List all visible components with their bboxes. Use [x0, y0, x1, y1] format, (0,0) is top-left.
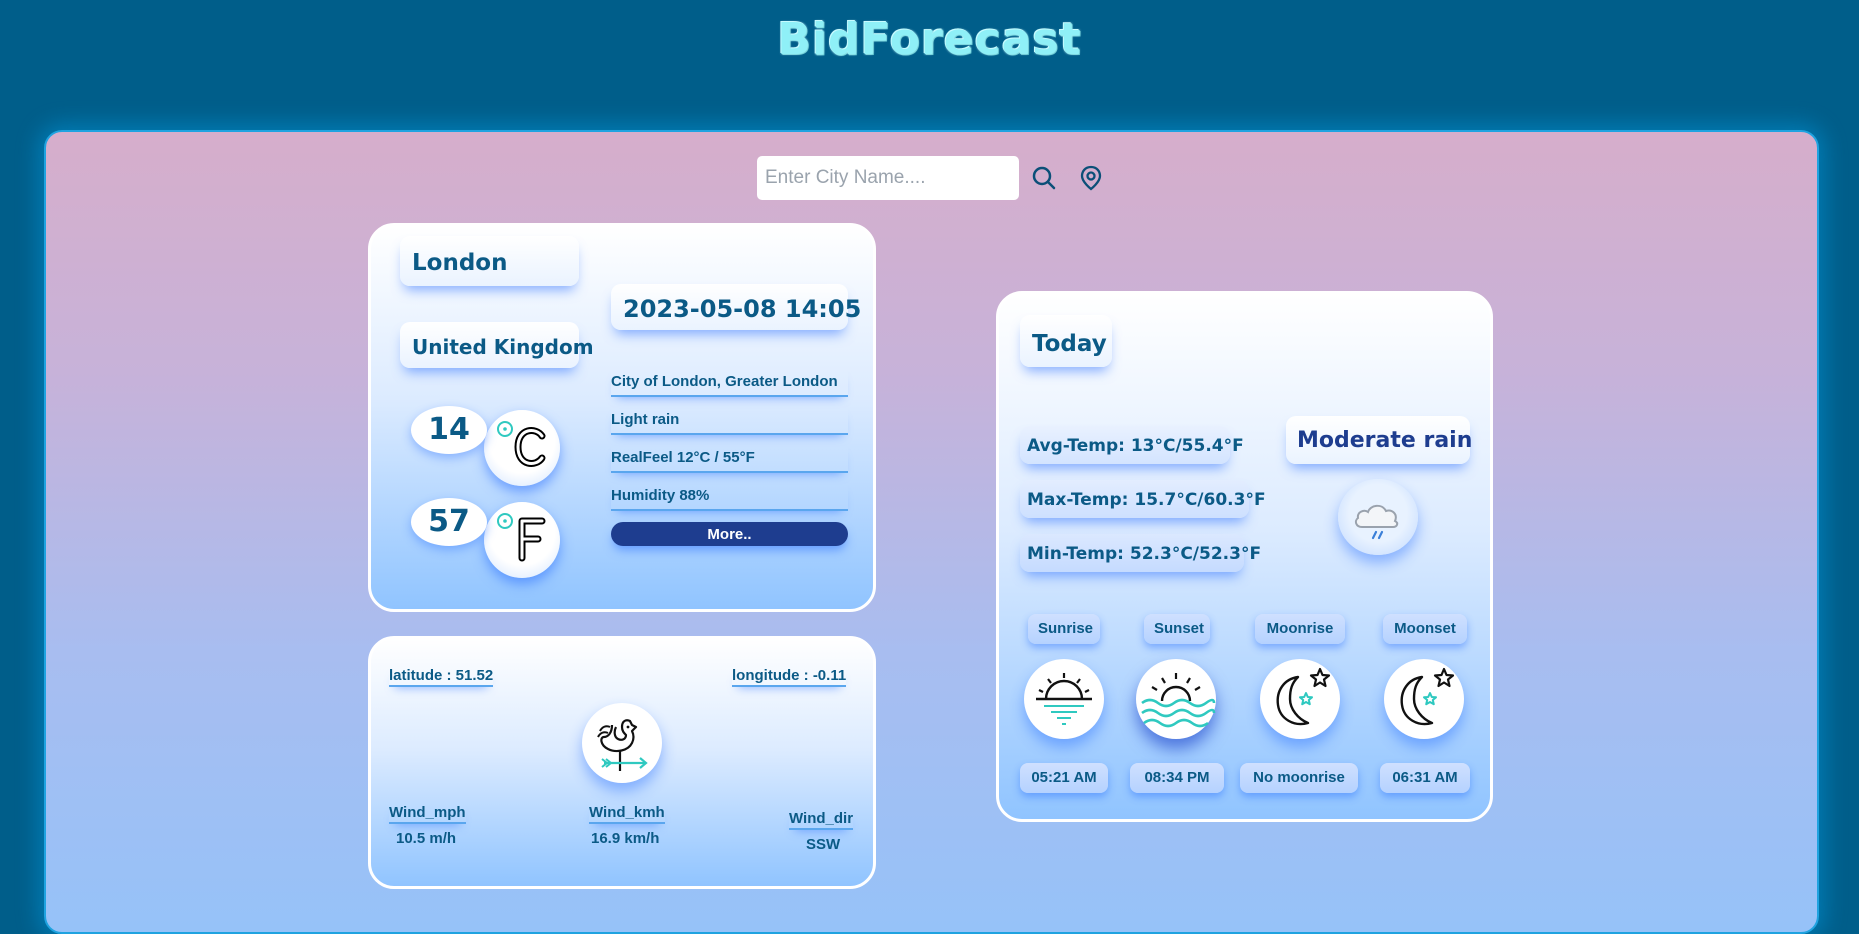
moonset-icon [1384, 659, 1464, 739]
country-name: United Kingdom [400, 322, 594, 368]
temp-fahrenheit-value: 57 [411, 498, 487, 546]
min-temp: Min-Temp: 52.3°C/52.3°F [1020, 534, 1261, 572]
sunset-label: Sunset [1144, 614, 1210, 644]
moonrise-time: No moonrise [1240, 763, 1358, 793]
sunset-icon [1136, 659, 1216, 739]
wind-dir-value: SSW [806, 836, 841, 853]
today-title: Today [1020, 315, 1112, 367]
fahrenheit-unit-icon [484, 502, 560, 578]
app-brand: BidForecast [777, 14, 1082, 65]
wind-kmh-value: 16.9 km/h [591, 830, 660, 847]
search-icon[interactable] [1030, 164, 1058, 192]
today-condition: Moderate rain [1286, 416, 1472, 464]
location-pin-icon[interactable] [1077, 164, 1105, 192]
moonrise-icon [1260, 659, 1340, 739]
condition-text: Light rain [611, 407, 848, 435]
main-panel [44, 130, 1819, 934]
weathervane-icon [582, 703, 662, 783]
humidity-text: Humidity 88% [611, 483, 848, 511]
rain-cloud-icon [1338, 479, 1418, 555]
region-text: City of London, Greater London [611, 369, 848, 397]
city-search-input[interactable] [757, 156, 1019, 200]
local-datetime: 2023-05-08 14:05 [611, 284, 861, 330]
city-name: London [400, 236, 579, 286]
sunset-time: 08:34 PM [1130, 763, 1224, 793]
sunrise-time: 05:21 AM [1020, 763, 1108, 793]
temp-celsius-value: 14 [411, 406, 487, 454]
celsius-unit-icon [484, 410, 560, 486]
more-button[interactable]: More.. [611, 522, 848, 546]
moonset-label: Moonset [1383, 614, 1467, 644]
wind-dir-label: Wind_dir [789, 810, 854, 830]
sunrise-icon [1024, 659, 1104, 739]
avg-temp: Avg-Temp: 13°C/55.4°F [1020, 426, 1244, 464]
longitude-text: longitude : -0.11 [732, 667, 847, 687]
wind-mph-value: 10.5 m/h [396, 830, 457, 847]
moonset-time: 06:31 AM [1380, 763, 1470, 793]
wind-kmh-label: Wind_kmh [589, 804, 665, 824]
moonrise-label: Moonrise [1255, 614, 1345, 644]
latitude-text: latitude : 51.52 [389, 667, 494, 687]
realfeel-text: RealFeel 12°C / 55°F [611, 445, 848, 473]
max-temp: Max-Temp: 15.7°C/60.3°F [1020, 480, 1266, 518]
sunrise-label: Sunrise [1028, 614, 1100, 644]
wind-mph-label: Wind_mph [389, 804, 466, 824]
